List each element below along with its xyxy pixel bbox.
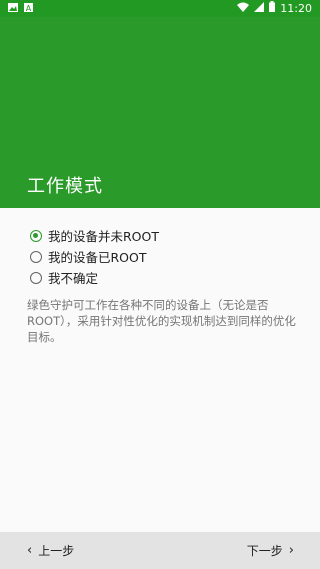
option-not-sure[interactable]: 我不确定 [30, 267, 159, 288]
option-rooted[interactable]: 我的设备已ROOT [30, 246, 159, 267]
radio-button[interactable] [30, 250, 42, 263]
chevron-left-icon: ‹ [27, 543, 33, 558]
prev-button[interactable]: ‹ 上一步 [27, 542, 74, 559]
chevron-right-icon: › [288, 543, 294, 558]
app-header: 工作模式 [0, 17, 320, 208]
work-mode-options: 我的设备并未ROOT 我的设备已ROOT 我不确定 [30, 225, 159, 288]
signal-icon [254, 1, 265, 15]
a-letter-icon: A [24, 2, 33, 15]
status-time: 11:20 [280, 1, 312, 15]
option-not-rooted[interactable]: 我的设备并未ROOT [30, 225, 159, 246]
bottom-nav-bar: ‹ 上一步 下一步 › [0, 532, 320, 569]
option-label: 我的设备并未ROOT [48, 229, 159, 244]
description-text: 绿色守护可工作在各种不同的设备上（无论是否ROOT），采用针对性优化的实现机制达… [27, 298, 296, 344]
page-title: 工作模式 [27, 176, 103, 197]
status-bar: A 11:20 [0, 0, 320, 17]
image-icon [8, 2, 18, 15]
next-label: 下一步 [246, 544, 283, 558]
option-label: 我的设备已ROOT [48, 250, 147, 265]
next-button[interactable]: 下一步 › [247, 542, 294, 559]
svg-text:A: A [26, 4, 32, 12]
battery-icon [269, 1, 276, 15]
option-label: 我不确定 [48, 271, 99, 286]
radio-button-checked[interactable] [30, 229, 42, 242]
prev-label: 上一步 [38, 544, 75, 558]
radio-button[interactable] [30, 271, 42, 284]
wifi-icon [237, 2, 250, 15]
